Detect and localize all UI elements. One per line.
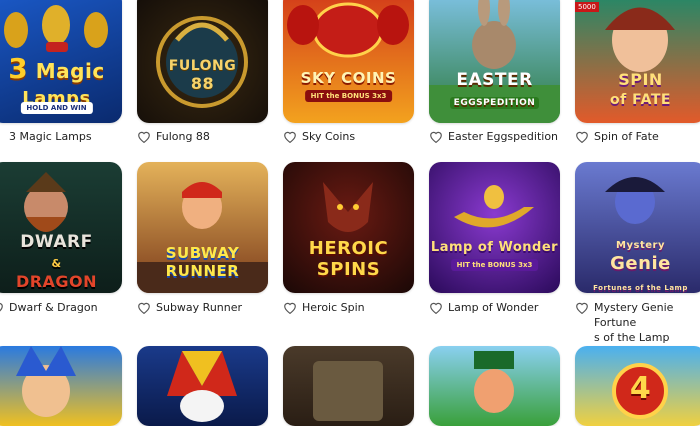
game-title[interactable]: Sky Coins (302, 129, 355, 144)
game-caption: Lamp of Wonder (429, 300, 559, 315)
game-title[interactable]: Easter Eggspedition (448, 129, 558, 144)
game-caption: Heroic Spin (283, 300, 413, 315)
game-caption: Subway Runner (137, 300, 267, 315)
favorite-heart-icon[interactable] (429, 301, 443, 314)
game-art (137, 346, 268, 426)
favorite-heart-icon[interactable] (283, 301, 297, 314)
game-title[interactable]: Heroic Spin (302, 300, 365, 315)
game-tile-lamp-of-wonder[interactable]: Lamp of Wonder HIT the BONUS 3x3 (429, 162, 560, 293)
game-logo: HEROIC SPINS (308, 238, 389, 280)
favorite-heart-icon[interactable] (137, 130, 151, 143)
game-tile-heroic-spin[interactable]: HEROIC SPINS (283, 162, 414, 293)
game-tile-sky-coins[interactable]: SKY COINS HIT the BONUS 3x3 (283, 0, 414, 123)
game-title[interactable]: Mystery Genie Fortune s of the Lamp (594, 300, 697, 345)
game-caption: 3 Magic Lamps (0, 129, 120, 147)
game-logo: EASTER EGGSPEDITION (429, 70, 560, 110)
game-art (283, 346, 414, 426)
favorite-heart-icon[interactable] (283, 130, 297, 143)
favorite-heart-icon[interactable] (0, 301, 4, 314)
corner-badge: 5000 (575, 2, 599, 12)
game-title[interactable]: Subway Runner (156, 300, 242, 315)
game-badge: HOLD AND WIN (20, 102, 93, 114)
game-logo: FULONG 88 (168, 58, 237, 93)
game-title[interactable]: Lamp of Wonder (448, 300, 538, 315)
game-caption: Easter Eggspedition (429, 129, 559, 144)
game-art (429, 346, 560, 426)
game-caption: Mystery Genie Fortune s of the Lamp (575, 300, 697, 345)
favorite-heart-icon[interactable] (137, 301, 151, 314)
game-tile-subway-runner[interactable]: SUBWAY RUNNER (137, 162, 268, 293)
game-art (429, 162, 560, 293)
game-badge: HIT the BONUS 3x3 (450, 259, 539, 271)
game-tile-row3-5[interactable]: 4 (575, 346, 700, 426)
favorite-heart-icon[interactable] (575, 130, 589, 143)
game-caption: Sky Coins (283, 129, 413, 144)
game-tile-row3-2[interactable] (137, 346, 268, 426)
game-title[interactable]: Spin of Fate (594, 129, 659, 144)
game-logo: SPIN of FATE (610, 70, 671, 108)
game-logo: 4 (629, 371, 652, 406)
game-tile-mystery-genie[interactable]: Mystery Genie Fortunes of the Lamp (575, 162, 700, 293)
game-logo: Mystery Genie Fortunes of the Lamp (593, 240, 688, 292)
game-title[interactable]: Fulong 88 (156, 129, 210, 144)
game-tile-spin-of-fate[interactable]: 5000 SPIN of FATE (575, 0, 700, 123)
game-caption: Fulong 88 (137, 129, 267, 144)
game-caption: Spin of Fate (575, 129, 700, 144)
game-tile-dwarf-dragon[interactable]: DWARF & DRAGON (0, 162, 122, 293)
favorite-heart-icon[interactable] (575, 301, 589, 314)
game-tile-row3-1[interactable] (0, 346, 122, 426)
game-logo: DWARF & DRAGON (15, 232, 98, 291)
game-art (283, 0, 414, 123)
game-tile-fulong-88[interactable]: FULONG 88 (137, 0, 268, 123)
game-badge: HIT the BONUS 3x3 (304, 90, 393, 102)
game-logo: SKY COINS (300, 69, 397, 87)
game-tile-easter-eggspedition[interactable]: EASTER EGGSPEDITION (429, 0, 560, 123)
favorite-heart-icon[interactable] (429, 130, 443, 143)
game-tile-row3-4[interactable] (429, 346, 560, 426)
game-tile-3-magic-lamps[interactable]: 3 Magic Lamps HOLD AND WIN (0, 0, 122, 123)
game-logo: Lamp of Wonder (430, 240, 559, 255)
game-caption: Dwarf & Dragon (0, 300, 120, 315)
game-logo: 3 Magic Lamps (8, 52, 105, 109)
game-logo: SUBWAY RUNNER (165, 244, 240, 280)
game-title[interactable]: 3 Magic Lamps (9, 129, 92, 144)
game-title[interactable]: Dwarf & Dragon (9, 300, 98, 315)
game-tile-row3-3[interactable] (283, 346, 414, 426)
game-art (0, 346, 122, 426)
